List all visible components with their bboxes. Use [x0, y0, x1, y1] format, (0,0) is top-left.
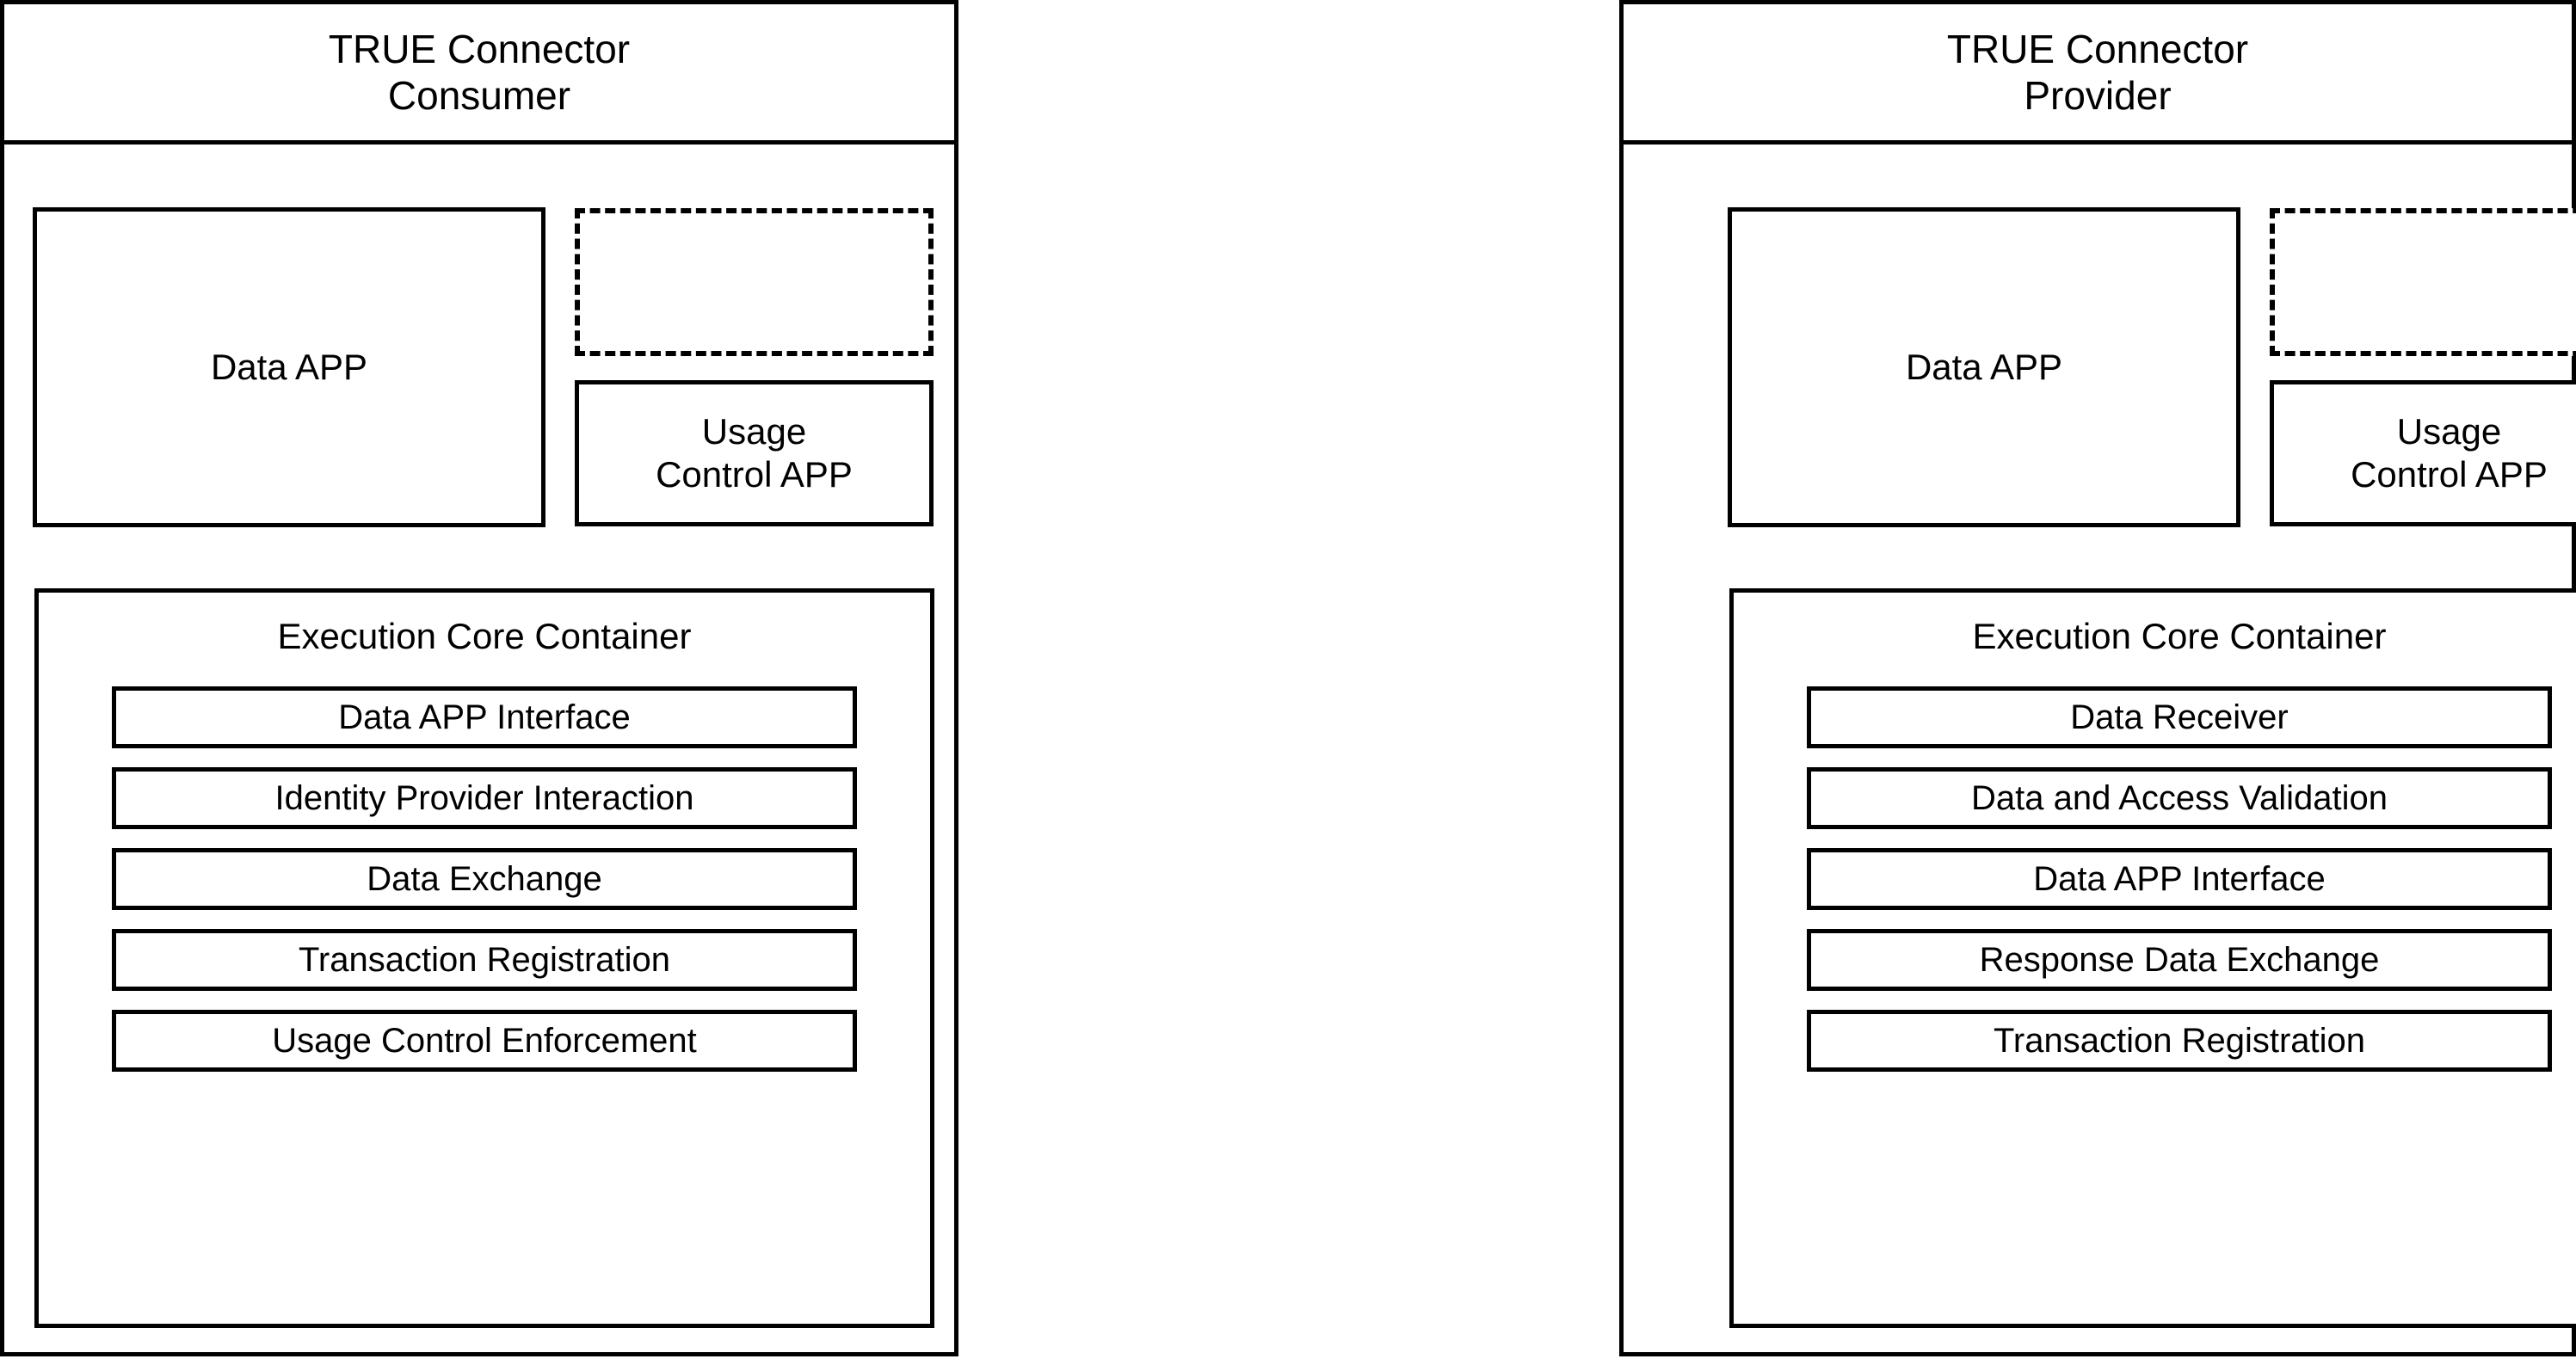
- panel-header-consumer: TRUE Connector Consumer: [4, 4, 954, 145]
- execution-core-container: Execution Core Container Data APP Interf…: [34, 588, 934, 1328]
- execution-core-module-list: Data APP Interface Identity Provider Int…: [112, 686, 857, 1072]
- module-row: Data APP Interface: [112, 686, 857, 748]
- usage-control-app-line-1: Usage: [701, 410, 807, 452]
- panel-title-line-2: Consumer: [387, 73, 571, 118]
- usage-control-app-box: Usage Control APP: [2270, 380, 2576, 526]
- panel-title-line-1: TRUE Connector: [1946, 26, 2249, 71]
- module-row: Data Receiver: [1807, 686, 2552, 748]
- module-row: Data and Access Validation: [1807, 767, 2552, 829]
- connector-panel-provider: TRUE Connector Provider Data APP Usage C…: [1619, 0, 2576, 1356]
- execution-core-container-title: Execution Core Container: [277, 616, 692, 656]
- module-row: Usage Control Enforcement: [112, 1010, 857, 1072]
- module-row: Transaction Registration: [112, 929, 857, 991]
- data-app-box: Data APP: [1728, 207, 2240, 527]
- placeholder-dashed-box: [575, 208, 934, 356]
- execution-core-container: Execution Core Container Data Receiver D…: [1729, 588, 2576, 1328]
- usage-control-app-line-1: Usage: [2396, 410, 2502, 452]
- panel-body-provider: Data APP Usage Control APP Execution Cor…: [1624, 145, 2576, 1352]
- module-row: Identity Provider Interaction: [112, 767, 857, 829]
- usage-control-app-line-2: Control APP: [656, 454, 853, 495]
- panel-header-provider: TRUE Connector Provider: [1624, 4, 2572, 145]
- panel-title-line-2: Provider: [2024, 73, 2172, 118]
- execution-core-container-title: Execution Core Container: [1972, 616, 2387, 656]
- module-row: Data Exchange: [112, 848, 857, 910]
- module-row: Data APP Interface: [1807, 848, 2552, 910]
- execution-core-module-list: Data Receiver Data and Access Validation…: [1807, 686, 2552, 1072]
- diagram-canvas: TRUE Connector Consumer Data APP Usage C…: [0, 0, 2576, 1359]
- connector-panel-consumer: TRUE Connector Consumer Data APP Usage C…: [0, 0, 958, 1356]
- module-row: Transaction Registration: [1807, 1010, 2552, 1072]
- data-app-box: Data APP: [33, 207, 545, 527]
- placeholder-dashed-box: [2270, 208, 2576, 356]
- panel-title-line-1: TRUE Connector: [328, 26, 631, 71]
- module-row: Response Data Exchange: [1807, 929, 2552, 991]
- usage-control-app-line-2: Control APP: [2351, 454, 2548, 495]
- usage-control-app-box: Usage Control APP: [575, 380, 934, 526]
- panel-body-consumer: Data APP Usage Control APP Execution Cor…: [4, 145, 954, 1352]
